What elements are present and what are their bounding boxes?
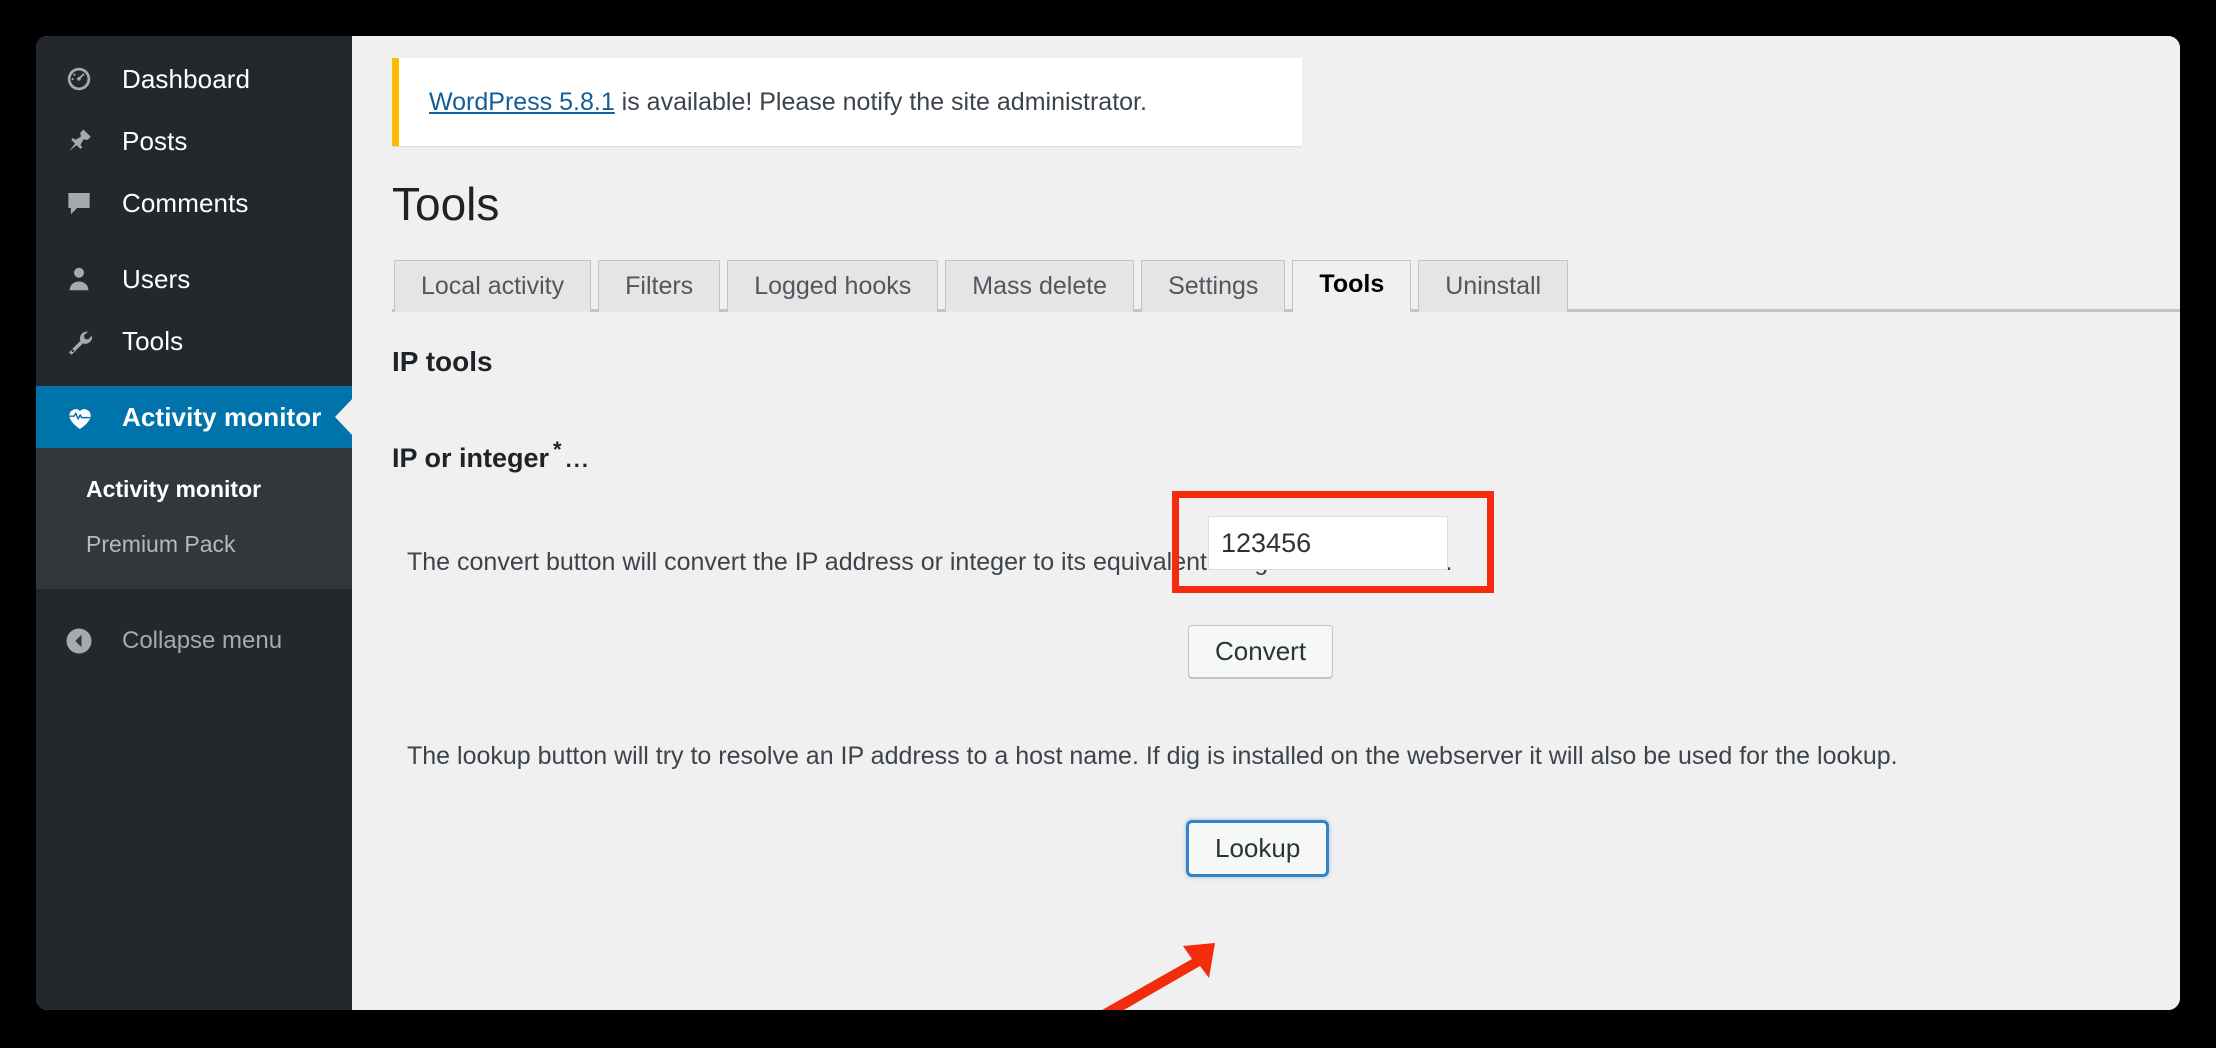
lookup-help-text: The lookup button will try to resolve an… [407, 742, 1898, 771]
tab-logged-hooks[interactable]: Logged hooks [727, 259, 939, 312]
sidebar-submenu: Activity monitor Premium Pack [36, 448, 352, 589]
tab-bar: Local activity Filters Logged hooks Mass… [392, 259, 2180, 312]
sidebar-item-label: Dashboard [122, 63, 251, 94]
admin-page-frame: Dashboard Posts Comments Users Tools Act… [36, 36, 2180, 1010]
sidebar-item-dashboard[interactable]: Dashboard [36, 48, 352, 110]
tab-tools[interactable]: Tools [1292, 259, 1412, 312]
annotation-arrow [1102, 943, 1215, 1010]
wordpress-update-link[interactable]: WordPress 5.8.1 [429, 88, 615, 116]
lookup-button-row: Lookup [352, 821, 2180, 876]
user-icon [64, 264, 104, 294]
sidebar-item-tools[interactable]: Tools [36, 310, 352, 372]
ip-field-row: IP or integer *... [352, 424, 2180, 488]
sidebar-separator-2 [36, 372, 352, 386]
admin-sidebar: Dashboard Posts Comments Users Tools Act… [36, 36, 352, 1010]
ip-field-label-text: IP or integer [392, 443, 550, 474]
required-marker: * [553, 437, 562, 463]
sidebar-item-comments[interactable]: Comments [36, 172, 352, 234]
admin-content: WordPress 5.8.1 is available! Please not… [352, 36, 2180, 1010]
sidebar-item-label: Activity monitor [122, 401, 322, 432]
dashboard-icon [64, 64, 104, 94]
update-notice: WordPress 5.8.1 is available! Please not… [392, 58, 1302, 147]
ip-or-integer-input[interactable] [1208, 516, 1448, 570]
sidebar-item-label: Users [122, 263, 191, 294]
convert-button[interactable]: Convert [1188, 625, 1334, 679]
ip-field-label: IP or integer *... [392, 437, 590, 474]
convert-button-row: Convert [352, 625, 2180, 679]
wrench-icon [64, 326, 104, 356]
sidebar-item-activity-monitor[interactable]: Activity monitor [36, 386, 352, 448]
sidebar-item-posts[interactable]: Posts [36, 110, 352, 172]
submenu-item-premium-pack[interactable]: Premium Pack [36, 517, 352, 572]
tab-settings[interactable]: Settings [1141, 259, 1286, 312]
heartbeat-icon [64, 401, 104, 433]
pin-icon [64, 126, 104, 156]
chevron-left-circle-icon [64, 626, 104, 656]
lookup-button[interactable]: Lookup [1188, 821, 1328, 876]
sidebar-item-label: Comments [122, 187, 249, 218]
comment-icon [64, 188, 104, 218]
collapse-menu-label: Collapse menu [122, 627, 283, 654]
sidebar-item-label: Tools [122, 325, 184, 356]
sidebar-separator [36, 234, 352, 248]
section-title: IP tools [392, 345, 493, 377]
sidebar-item-label: Posts [122, 125, 188, 156]
collapse-menu-button[interactable]: Collapse menu [36, 611, 352, 671]
update-notice-text: is available! Please notify the site adm… [614, 88, 1147, 116]
tab-uninstall[interactable]: Uninstall [1418, 259, 1569, 312]
sidebar-item-users[interactable]: Users [36, 248, 352, 310]
tab-local-activity[interactable]: Local activity [394, 259, 592, 312]
tab-filters[interactable]: Filters [598, 259, 721, 312]
help-hint-marker: ... [565, 447, 590, 473]
page-title: Tools [392, 178, 500, 231]
submenu-item-activity-monitor[interactable]: Activity monitor [36, 462, 352, 517]
tab-mass-delete[interactable]: Mass delete [945, 259, 1135, 312]
